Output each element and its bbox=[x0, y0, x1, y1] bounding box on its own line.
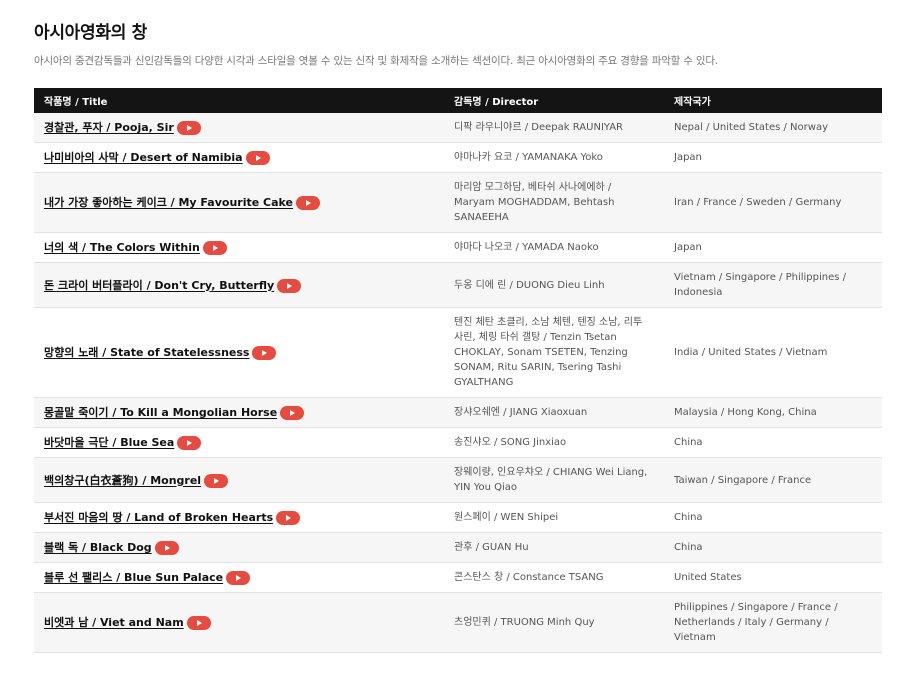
table-row: 블루 선 팰리스 / Blue Sun Palace 콘스탄스 창 / Const… bbox=[34, 563, 882, 593]
country-cell: Iran / France / Sweden / Germany bbox=[674, 197, 842, 208]
film-title-link[interactable]: 내가 가장 좋아하는 케이크 / My Favourite Cake bbox=[44, 196, 293, 209]
film-title-cell: 블루 선 팰리스 / Blue Sun Palace bbox=[34, 563, 444, 593]
table-header-row: 작품명 / Title 감독명 / Director 제작국가 bbox=[34, 88, 882, 113]
country-cell: India / United States / Vietnam bbox=[674, 347, 828, 358]
film-title-cell: 비엣과 남 / Viet and Nam bbox=[34, 593, 444, 653]
table-row: 바닷마을 극단 / Blue Sea 송진샤오 / SONG Jinxiao Chi… bbox=[34, 428, 882, 458]
country-cell: China bbox=[674, 512, 703, 523]
play-icon[interactable] bbox=[202, 241, 227, 255]
country-cell: Taiwan / Singapore / France bbox=[674, 474, 812, 486]
director-cell: 츠엉민퀴 / TRUONG Minh Quy bbox=[454, 617, 595, 628]
film-title-cell: 바닷마을 극단 / Blue Sea bbox=[34, 428, 444, 458]
film-title-cell: 블랙 독 / Black Dog bbox=[34, 533, 444, 563]
country-cell: Malaysia / Hong Kong, China bbox=[674, 407, 817, 418]
film-title-cell: 너의 색 / The Colors Within bbox=[34, 233, 444, 263]
director-cell: 마리암 모그하담, 베타쉬 사나에에하 / Maryam MOGHADDAM, … bbox=[454, 182, 615, 223]
table-row: 망향의 노래 / State of Statelessness 텐진 체탄 초클리… bbox=[34, 308, 882, 398]
play-icon[interactable] bbox=[177, 436, 202, 450]
director-cell: 콘스탄스 창 / Constance TSANG bbox=[454, 572, 604, 583]
table-row: 돈 크라이 버터플라이 / Don't Cry, Butterfly 두옹 디에 … bbox=[34, 262, 882, 308]
play-icon[interactable] bbox=[176, 121, 201, 135]
table-row: 너의 색 / The Colors Within 야마다 나오코 / YAMADA… bbox=[34, 233, 882, 263]
table-row: 내가 가장 좋아하는 케이크 / My Favourite Cake 마리암 모그… bbox=[34, 172, 882, 233]
table-row: 경찰관, 푸자 / Pooja, Sir 디팍 라우니야르 / Deepak RA… bbox=[34, 113, 882, 143]
play-icon[interactable] bbox=[280, 406, 305, 420]
film-table: 작품명 / Title 감독명 / Director 제작국가 경찰관, 푸자 … bbox=[34, 88, 882, 653]
play-icon[interactable] bbox=[296, 196, 321, 210]
play-icon[interactable] bbox=[186, 616, 211, 630]
director-cell: 디팍 라우니야르 / Deepak RAUNIYAR bbox=[454, 122, 624, 133]
play-icon[interactable] bbox=[276, 511, 301, 525]
table-row: 나미비아의 사막 / Desert of Namibia 야마나카 요코 / YA… bbox=[34, 143, 882, 173]
play-icon[interactable] bbox=[252, 346, 277, 360]
film-title-link[interactable]: 나미비아의 사막 / Desert of Namibia bbox=[44, 151, 243, 164]
film-title-link[interactable]: 백의창구(白衣蒼狗) / Mongrel bbox=[44, 474, 201, 487]
film-title-link[interactable]: 너의 색 / The Colors Within bbox=[44, 241, 200, 254]
director-cell: 관후 / GUAN Hu bbox=[454, 542, 529, 553]
country-cell: United States bbox=[674, 572, 742, 583]
header-title: 작품명 / Title bbox=[44, 97, 108, 108]
film-title-link[interactable]: 블루 선 팰리스 / Blue Sun Palace bbox=[44, 571, 223, 584]
country-cell: Japan bbox=[674, 242, 702, 253]
film-title-link[interactable]: 돈 크라이 버터플라이 / Don't Cry, Butterfly bbox=[44, 279, 274, 292]
film-title-link[interactable]: 망향의 노래 / State of Statelessness bbox=[44, 346, 249, 359]
section-title: 아시아영화의 창 bbox=[34, 23, 147, 43]
country-cell: China bbox=[674, 542, 703, 553]
film-title-cell: 백의창구(白衣蒼狗) / Mongrel bbox=[34, 458, 444, 503]
film-title-cell: 경찰관, 푸자 / Pooja, Sir bbox=[34, 113, 444, 143]
country-cell: Japan bbox=[674, 152, 702, 163]
film-title-cell: 망향의 노래 / State of Statelessness bbox=[34, 308, 444, 398]
play-icon[interactable] bbox=[204, 473, 229, 488]
director-cell: 두옹 디에 린 / DUONG Dieu Linh bbox=[454, 279, 605, 291]
director-cell: 텐진 체탄 초클리, 소남 체텐, 텐징 소남, 리투 사린, 체링 타쉬 갤탕… bbox=[454, 317, 643, 388]
header-country: 제작국가 bbox=[674, 97, 711, 108]
table-row: 부서진 마음의 땅 / Land of Broken Hearts 원스페이 / … bbox=[34, 503, 882, 533]
film-title-link[interactable]: 바닷마을 극단 / Blue Sea bbox=[44, 436, 174, 449]
table-row: 블랙 독 / Black Dog 관후 / GUAN Hu China bbox=[34, 532, 882, 563]
country-cell: Nepal / United States / Norway bbox=[674, 122, 828, 133]
director-cell: 원스페이 / WEN Shipei bbox=[454, 512, 559, 523]
director-cell: 야마나카 요코 / YAMANAKA Yoko bbox=[454, 152, 603, 163]
table-row: 백의창구(白衣蒼狗) / Mongrel 장웨이량, 인요우챠오 / CHIANG… bbox=[34, 457, 882, 503]
section-description: 아시아의 중견감독들과 신인감독들의 다양한 시각과 스타일을 엿볼 수 있는 … bbox=[34, 55, 718, 67]
film-title-cell: 내가 가장 좋아하는 케이크 / My Favourite Cake bbox=[34, 173, 444, 233]
country-cell: Vietnam / Singapore / Philippines / Indo… bbox=[674, 272, 847, 298]
table-row: 비엣과 남 / Viet and Nam 츠엉민퀴 / TRUONG Minh Q… bbox=[34, 592, 882, 653]
section-container: 아시아영화의 창 아시아의 중견감독들과 신인감독들의 다양한 시각과 스타일을… bbox=[0, 0, 882, 653]
director-cell: 장웨이량, 인요우챠오 / CHIANG Wei Liang, YIN You … bbox=[454, 467, 648, 493]
director-cell: 장샤오쉐엔 / JIANG Xiaoxuan bbox=[454, 407, 588, 418]
film-title-cell: 부서진 마음의 땅 / Land of Broken Hearts bbox=[34, 503, 444, 533]
director-cell: 송진샤오 / SONG Jinxiao bbox=[454, 437, 567, 448]
film-title-cell: 몽골말 죽이기 / To Kill a Mongolian Horse bbox=[34, 398, 444, 428]
film-title-cell: 나미비아의 사막 / Desert of Namibia bbox=[34, 143, 444, 173]
film-title-link[interactable]: 부서진 마음의 땅 / Land of Broken Hearts bbox=[44, 511, 273, 524]
play-icon[interactable] bbox=[277, 278, 302, 293]
film-title-cell: 돈 크라이 버터플라이 / Don't Cry, Butterfly bbox=[34, 263, 444, 308]
film-title-link[interactable]: 경찰관, 푸자 / Pooja, Sir bbox=[44, 121, 174, 134]
play-icon[interactable] bbox=[154, 541, 179, 555]
play-icon[interactable] bbox=[245, 151, 270, 165]
country-cell: Philippines / Singapore / France / Nethe… bbox=[674, 602, 838, 643]
director-cell: 야마다 나오코 / YAMADA Naoko bbox=[454, 242, 599, 253]
play-icon[interactable] bbox=[226, 571, 251, 585]
film-title-link[interactable]: 몽골말 죽이기 / To Kill a Mongolian Horse bbox=[44, 406, 277, 419]
table-row: 몽골말 죽이기 / To Kill a Mongolian Horse 장샤오쉐엔… bbox=[34, 397, 882, 428]
country-cell: China bbox=[674, 437, 703, 448]
header-director: 감독명 / Director bbox=[454, 97, 539, 108]
film-title-link[interactable]: 비엣과 남 / Viet and Nam bbox=[44, 616, 184, 629]
film-title-link[interactable]: 블랙 독 / Black Dog bbox=[44, 541, 152, 554]
table-body: 경찰관, 푸자 / Pooja, Sir 디팍 라우니야르 / Deepak RA… bbox=[34, 113, 882, 653]
